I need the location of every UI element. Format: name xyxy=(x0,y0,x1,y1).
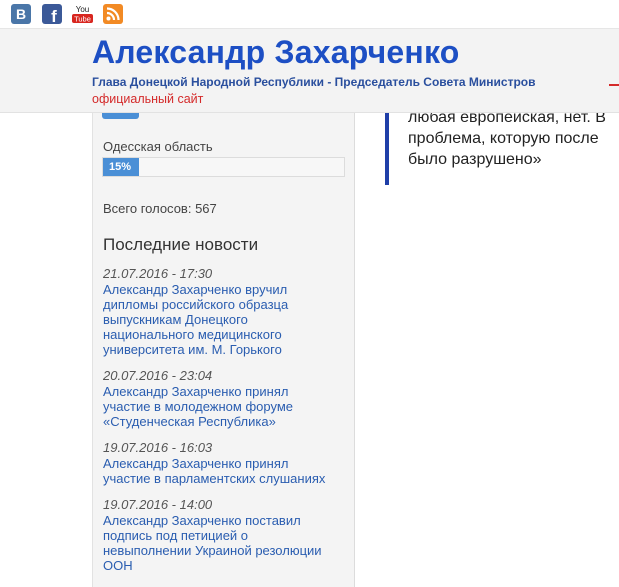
youtube-icon[interactable]: You Tube xyxy=(71,4,94,24)
svg-text:Tube: Tube xyxy=(74,15,91,24)
site-header: Александр Захарченко Глава Донецкой Наро… xyxy=(0,29,619,113)
site-subtitle: Глава Донецкой Народной Республики - Пре… xyxy=(92,75,536,89)
svg-text:f: f xyxy=(51,7,57,24)
news-date: 20.07.2016 - 23:04 xyxy=(103,368,213,383)
news-link[interactable]: Александр Захарченко поставил подпись по… xyxy=(103,513,353,573)
poll-total-votes: Всего голосов: 567 xyxy=(103,201,217,216)
news-date: 19.07.2016 - 14:00 xyxy=(103,497,213,512)
news-item: 20.07.2016 - 23:04 Александр Захарченко … xyxy=(103,368,353,429)
news-item: 19.07.2016 - 16:03 Александр Захарченко … xyxy=(103,440,353,486)
quote-line: было разрушено» xyxy=(408,151,542,168)
news-link[interactable]: Александр Захарченко принял участие в па… xyxy=(103,456,353,486)
poll-progress-fill: 15% xyxy=(103,158,140,176)
quote-line: любая европейская, нет. В xyxy=(408,113,606,126)
poll-progress-track: 15% xyxy=(102,157,345,177)
news-item: 21.07.2016 - 17:30 Александр Захарченко … xyxy=(103,266,353,357)
poll-option-label: Одесская область xyxy=(103,139,213,154)
quote-accent-bar xyxy=(385,113,389,185)
social-bar: B f You Tube xyxy=(0,0,619,29)
quote-text: любая европейская, нет. В проблема, кото… xyxy=(408,113,619,185)
rss-icon[interactable] xyxy=(103,4,123,24)
sidebar: Одесская область 15% Всего голосов: 567 … xyxy=(92,113,355,587)
site-title[interactable]: Александр Захарченко xyxy=(92,34,460,71)
news-link[interactable]: Александр Захарченко принял участие в мо… xyxy=(103,384,353,429)
header-divider xyxy=(609,84,619,86)
svg-text:You: You xyxy=(76,5,90,14)
facebook-icon[interactable]: f xyxy=(42,4,62,24)
news-heading: Последние новости xyxy=(103,235,259,254)
previous-poll-bar xyxy=(102,113,139,119)
svg-text:B: B xyxy=(16,6,26,22)
site-tagline: официальный сайт xyxy=(92,92,204,106)
news-date: 19.07.2016 - 16:03 xyxy=(103,440,213,455)
news-item: 19.07.2016 - 14:00 Александр Захарченко … xyxy=(103,497,353,573)
news-link[interactable]: Александр Захарченко вручил дипломы росс… xyxy=(103,282,353,357)
news-date: 21.07.2016 - 17:30 xyxy=(103,266,213,281)
vk-icon[interactable]: B xyxy=(11,4,31,24)
quote-line: проблема, которую после xyxy=(408,130,599,147)
